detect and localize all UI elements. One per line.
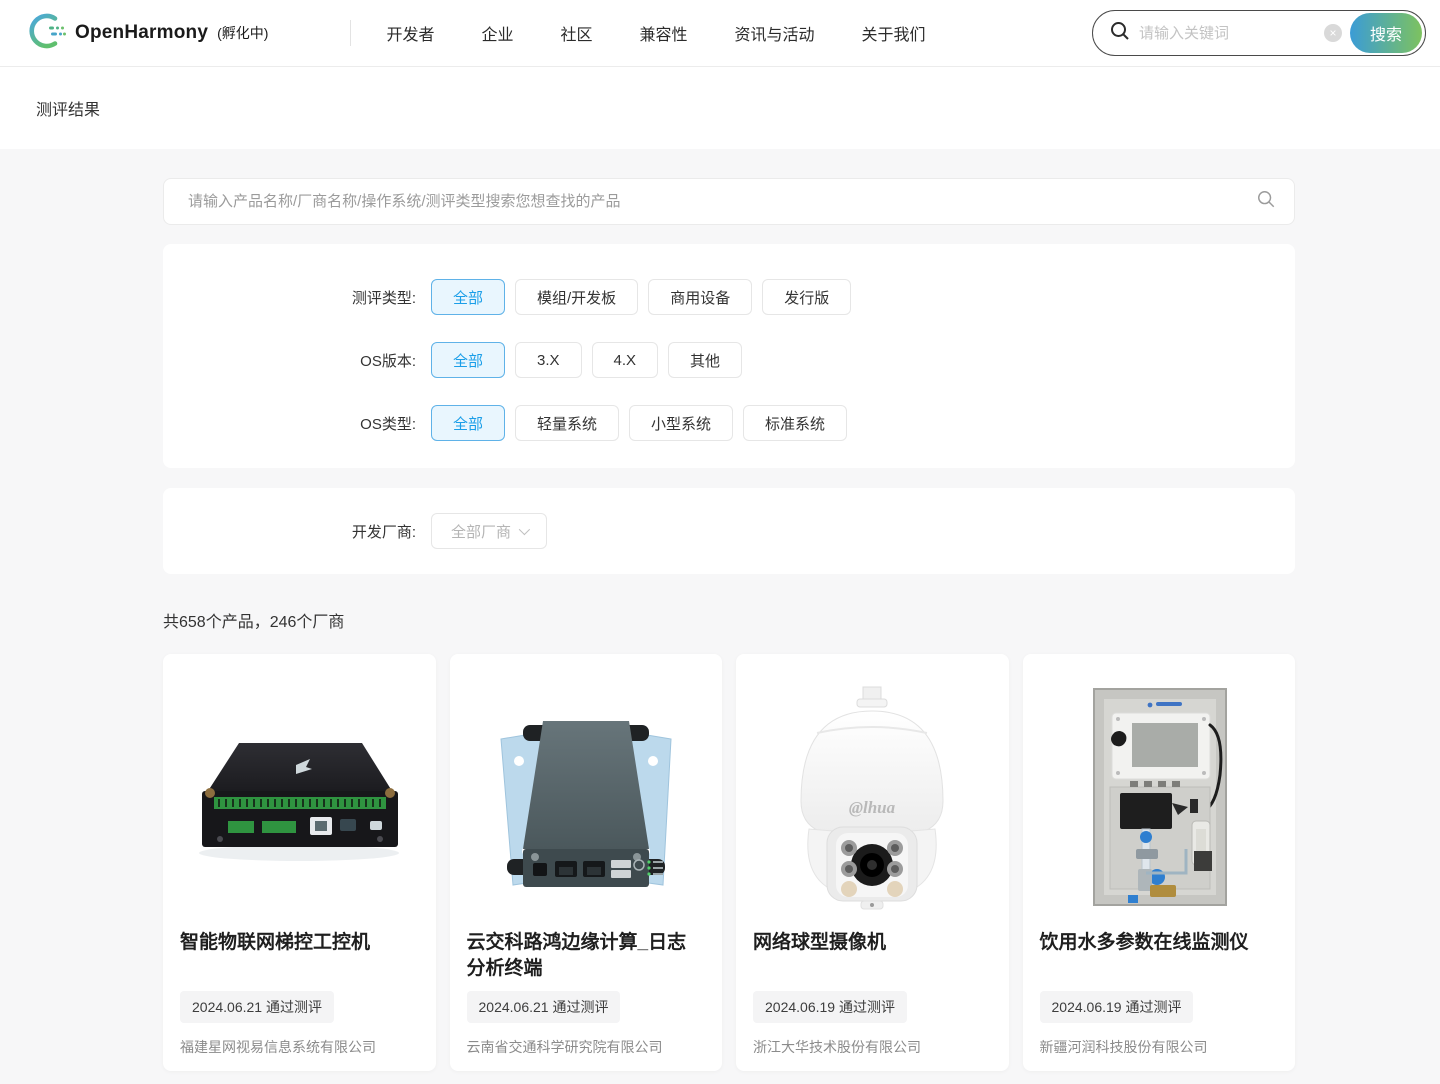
filter-panel: 测评类型: 全部 模组/开发板 商用设备 发行版 OS版本: 全部 3.X 4.… <box>163 244 1295 468</box>
brand-name: OpenHarmony <box>75 22 208 44</box>
filter-chip-group: 全部 轻量系统 小型系统 标准系统 <box>431 405 847 441</box>
product-company: 福建星网视易信息系统有限公司 <box>180 1037 419 1057</box>
chevron-down-icon <box>519 524 530 535</box>
openharmony-logo-icon <box>28 12 66 55</box>
header-search-button[interactable]: 搜索 <box>1350 13 1422 53</box>
product-company: 云南省交通科学研究院有限公司 <box>467 1037 706 1057</box>
filter-chip-3x[interactable]: 3.X <box>515 342 582 378</box>
product-card[interactable]: 云交科路鸿边缘计算_日志分析终端 2024.06.21 通过测评 云南省交通科学… <box>450 654 723 1071</box>
main-content: 测评类型: 全部 模组/开发板 商用设备 发行版 OS版本: 全部 3.X 4.… <box>163 178 1295 1071</box>
nav-item-compat[interactable]: 兼容性 <box>640 21 688 45</box>
filter-label: OS类型: <box>163 413 431 434</box>
product-company: 新疆河润科技股份有限公司 <box>1040 1037 1279 1057</box>
product-search-input[interactable] <box>188 193 1256 210</box>
product-test-badge: 2024.06.21 通过测评 <box>467 991 621 1023</box>
filter-chip-other[interactable]: 其他 <box>668 342 742 378</box>
page-title: 测评结果 <box>36 96 100 120</box>
openharmony-logo[interactable]: OpenHarmony (孵化中) <box>28 12 268 55</box>
product-photo-industrial-controller <box>184 681 414 911</box>
filter-row-os-version: OS版本: 全部 3.X 4.X 其他 <box>163 342 1265 378</box>
filter-row-eval-type: 测评类型: 全部 模组/开发板 商用设备 发行版 <box>163 279 1265 315</box>
filter-label: OS版本: <box>163 350 431 371</box>
filter-chip-commercial-device[interactable]: 商用设备 <box>648 279 752 315</box>
filter-chip-all[interactable]: 全部 <box>431 342 505 378</box>
product-title[interactable]: 智能物联网梯控工控机 <box>180 930 419 982</box>
product-image <box>1040 670 1279 922</box>
filter-chip-module-devboard[interactable]: 模组/开发板 <box>515 279 638 315</box>
header-search-box: × 搜索 <box>1092 10 1426 56</box>
vendor-filter-panel: 开发厂商: 全部厂商 <box>163 488 1295 574</box>
search-icon[interactable] <box>1256 189 1276 214</box>
product-test-badge: 2024.06.19 通过测评 <box>753 991 907 1023</box>
product-title[interactable]: 云交科路鸿边缘计算_日志分析终端 <box>467 930 706 982</box>
vendor-filter-label: 开发厂商: <box>163 521 431 542</box>
nav-item-developer[interactable]: 开发者 <box>386 21 434 45</box>
product-test-badge: 2024.06.19 通过测评 <box>1040 991 1194 1023</box>
product-card[interactable]: 智能物联网梯控工控机 2024.06.21 通过测评 福建星网视易信息系统有限公… <box>163 654 436 1071</box>
product-card-grid: 智能物联网梯控工控机 2024.06.21 通过测评 福建星网视易信息系统有限公… <box>163 654 1295 1071</box>
header-divider <box>350 20 351 46</box>
filter-row-os-type: OS类型: 全部 轻量系统 小型系统 标准系统 <box>163 405 1265 441</box>
filter-chip-light-system[interactable]: 轻量系统 <box>515 405 619 441</box>
product-photo-water-quality-monitor <box>1044 681 1274 911</box>
nav-item-enterprise[interactable]: 企业 <box>481 21 513 45</box>
filter-chip-all[interactable]: 全部 <box>431 405 505 441</box>
filter-chip-all[interactable]: 全部 <box>431 279 505 315</box>
filter-chip-small-system[interactable]: 小型系统 <box>629 405 733 441</box>
product-image: @lhua <box>753 670 992 922</box>
search-icon <box>1109 20 1131 47</box>
product-image <box>467 670 706 922</box>
filter-chip-group: 全部 模组/开发板 商用设备 发行版 <box>431 279 851 315</box>
result-summary: 共658个产品，246个厂商 <box>163 608 1295 632</box>
svg-text:@lhua: @lhua <box>849 798 896 817</box>
product-title[interactable]: 网络球型摄像机 <box>753 930 992 982</box>
vendor-select-value: 全部厂商 <box>451 521 511 542</box>
product-title[interactable]: 饮用水多参数在线监测仪 <box>1040 930 1279 982</box>
product-image <box>180 670 419 922</box>
product-card[interactable]: 饮用水多参数在线监测仪 2024.06.19 通过测评 新疆河润科技股份有限公司 <box>1023 654 1296 1071</box>
top-header: OpenHarmony (孵化中) 开发者 企业 社区 兼容性 资讯与活动 关于我… <box>0 0 1440 67</box>
main-nav: 开发者 企业 社区 兼容性 资讯与活动 关于我们 <box>386 21 925 45</box>
product-photo-edge-computing-terminal <box>471 681 701 911</box>
breadcrumb: 测评结果 <box>0 67 1440 149</box>
product-search-box <box>163 178 1295 225</box>
filter-chip-standard-system[interactable]: 标准系统 <box>743 405 847 441</box>
header-search-input[interactable] <box>1131 25 1324 42</box>
product-company: 浙江大华技术股份有限公司 <box>753 1037 992 1057</box>
nav-item-community[interactable]: 社区 <box>560 21 592 45</box>
product-test-badge: 2024.06.21 通过测评 <box>180 991 334 1023</box>
filter-label: 测评类型: <box>163 287 431 308</box>
product-card[interactable]: @lhua <box>736 654 1009 1071</box>
filter-chip-group: 全部 3.X 4.X 其他 <box>431 342 742 378</box>
filter-chip-4x[interactable]: 4.X <box>592 342 659 378</box>
brand-suffix: (孵化中) <box>217 23 268 43</box>
filter-chip-distribution[interactable]: 发行版 <box>762 279 851 315</box>
nav-item-about[interactable]: 关于我们 <box>862 21 926 45</box>
clear-icon[interactable]: × <box>1324 24 1342 42</box>
vendor-select-dropdown[interactable]: 全部厂商 <box>431 513 547 549</box>
product-photo-ptz-dome-camera: @lhua <box>757 681 987 911</box>
nav-item-news-events[interactable]: 资讯与活动 <box>735 21 815 45</box>
